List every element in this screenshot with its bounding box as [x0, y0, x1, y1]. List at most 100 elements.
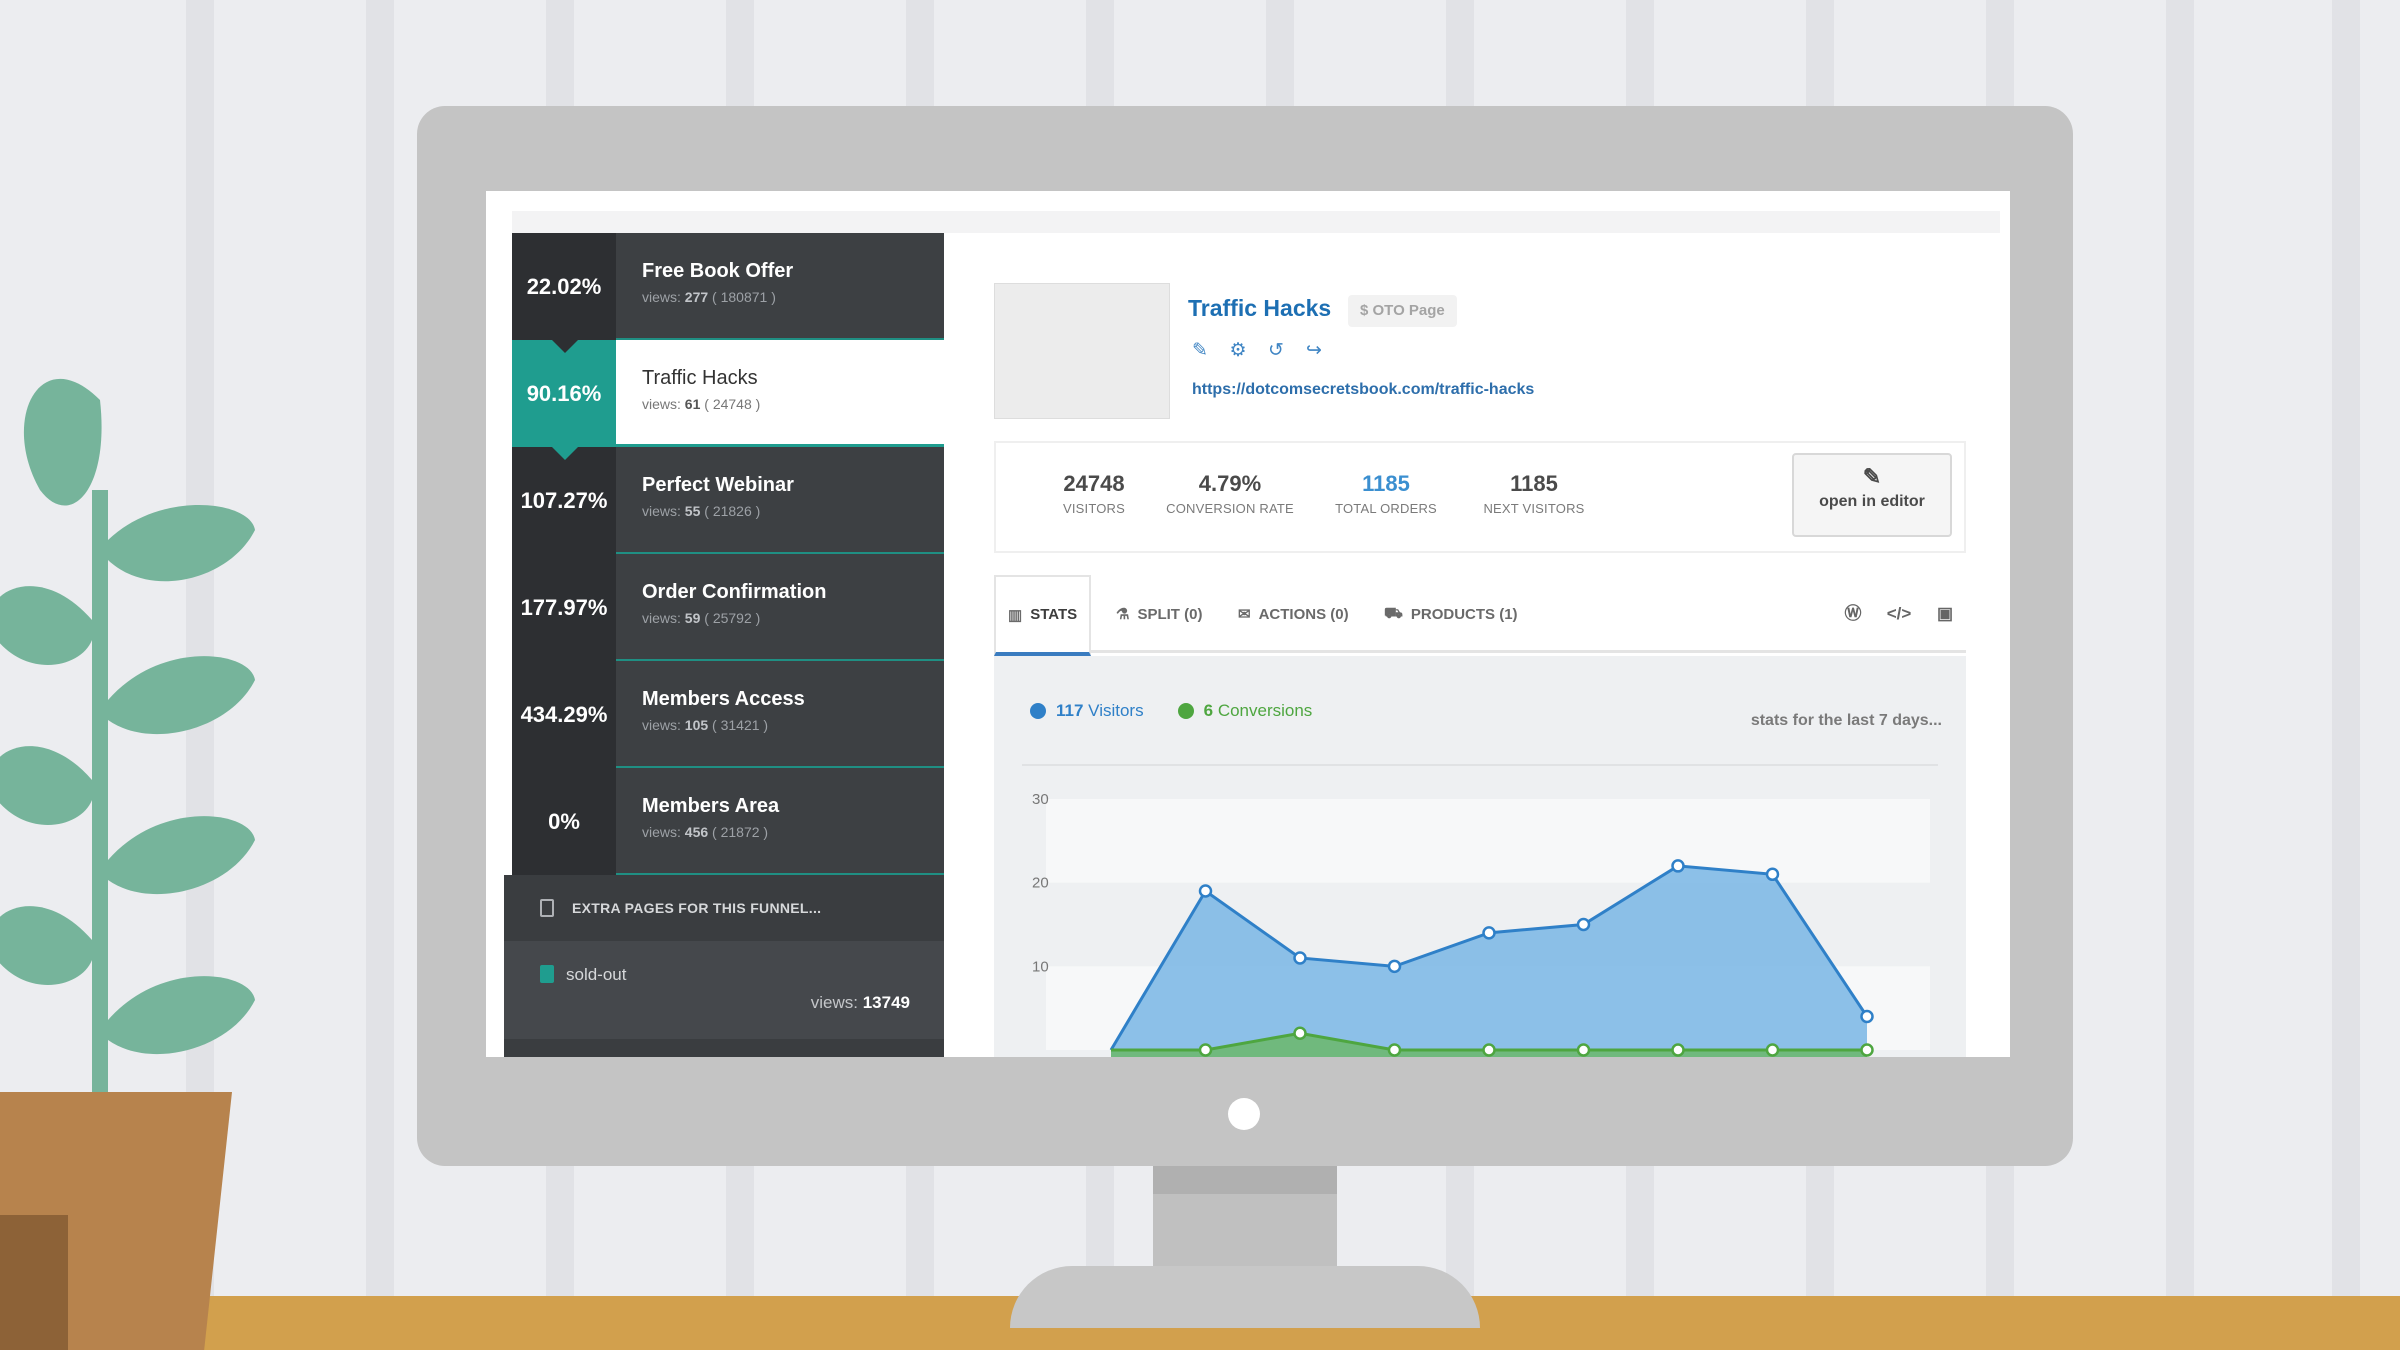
envelope-icon: ✉: [1238, 606, 1251, 623]
step-body: Members Access views: 105 ( 31421 ): [616, 661, 944, 768]
legend-conversions[interactable]: 6 Conversions: [1177, 701, 1313, 721]
funnel-sidebar: 22.02% Free Book Offer views: 277 ( 1808…: [504, 233, 944, 1057]
document-icon: [540, 899, 554, 917]
visitors-label: Visitors: [1088, 701, 1144, 720]
views-label: views:: [642, 610, 681, 626]
undo-icon[interactable]: ↺: [1264, 339, 1288, 363]
views-count: 105: [684, 717, 709, 733]
funnel-step[interactable]: 22.02% Free Book Offer views: 277 ( 1808…: [512, 233, 944, 353]
grid-band: [1046, 799, 1930, 883]
bar-chart-icon: ▥: [1008, 606, 1023, 624]
stat-next-visitors: 1185 NEXT VISITORS: [1474, 471, 1594, 516]
step-name: Traffic Hacks: [642, 367, 758, 389]
open-in-editor-button[interactable]: ✎ open in editor: [1792, 453, 1952, 537]
step-views: views: 59 ( 25792 ): [642, 610, 760, 626]
funnel-step[interactable]: 434.29% Members Access views: 105 ( 3142…: [512, 661, 944, 768]
stat-total-orders: 1185 TOTAL ORDERS: [1326, 471, 1446, 516]
stats-period-note: stats for the last 7 days...: [1750, 712, 1942, 729]
conversions-point: [1198, 1043, 1213, 1057]
funnel-step[interactable]: 107.27% Perfect Webinar views: 55 ( 2182…: [512, 447, 944, 554]
views-count: 277: [684, 289, 709, 305]
wall-stripe: [366, 0, 394, 1300]
views-total: ( 180871 ): [712, 289, 776, 305]
tab-label: ACTIONS (0): [1258, 605, 1349, 623]
open-in-editor-label: open in editor: [1819, 493, 1925, 510]
conversions-point: [1671, 1043, 1685, 1057]
monitor-neck-band: [1153, 1166, 1337, 1194]
step-name: Members Area: [642, 795, 780, 817]
views-label: views:: [642, 396, 681, 412]
tab-split[interactable]: ⚗ SPLIT (0): [1116, 575, 1202, 653]
views-label: views:: [642, 824, 681, 840]
y-tick-label: 20: [1032, 875, 1049, 892]
code-icon[interactable]: </>: [1886, 601, 1912, 627]
page-title[interactable]: Traffic Hacks: [1188, 295, 1331, 322]
stat-label: VISITORS: [1062, 501, 1126, 516]
stat-visitors: 24748 VISITORS: [1034, 471, 1154, 516]
conversions-point: [1765, 1043, 1780, 1057]
share-icon[interactable]: ↪: [1302, 339, 1326, 363]
visitors-point: [1860, 1009, 1874, 1024]
conversions-count: 6: [1203, 701, 1214, 720]
funnel-step[interactable]: 0% Members Area views: 456 ( 21872 ): [512, 768, 944, 875]
step-views: views: 55 ( 21826 ): [642, 503, 760, 519]
funnel-step[interactable]: 177.97% Order Confirmation views: 59 ( 2…: [512, 554, 944, 661]
tab-label: STATS: [1030, 606, 1078, 623]
tab-actions[interactable]: ✉ ACTIONS (0): [1238, 575, 1349, 653]
views-total: ( 24748 ): [704, 396, 761, 412]
views-total: ( 21826 ): [704, 503, 761, 519]
stat-label: TOTAL ORDERS: [1335, 501, 1437, 516]
views-label: views:: [642, 717, 681, 733]
step-views: views: 105 ( 31421 ): [642, 717, 768, 733]
views-count: 13749: [862, 993, 910, 1012]
stat-value: 24748: [1063, 471, 1125, 496]
stat-label: NEXT VISITORS: [1483, 501, 1585, 516]
visitors-count: 117: [1056, 701, 1084, 720]
visitors-dot: [1030, 703, 1046, 719]
step-views: views: 61 ( 24748 ): [642, 396, 760, 412]
tab-stats[interactable]: ▥ STATS: [994, 575, 1092, 656]
visitors-point: [1576, 917, 1591, 932]
extra-pages-header[interactable]: EXTRA PAGES FOR THIS FUNNEL...: [504, 875, 944, 941]
page-type-badge: $ OTO Page: [1348, 295, 1457, 327]
wordpress-icon[interactable]: Ⓦ: [1840, 601, 1866, 627]
views-total: ( 21872 ): [712, 824, 769, 840]
page-thumbnail[interactable]: [994, 283, 1170, 419]
flask-icon: ⚗: [1116, 606, 1130, 623]
page-details-panel: Traffic Hacks $ OTO Page ✎ ⚙ ↺ ↪ https:/…: [944, 233, 1984, 1057]
extra-page-views: views: 13749: [811, 993, 910, 1013]
views-count: 61: [684, 396, 701, 412]
conversions-point: [1860, 1043, 1874, 1057]
visitors-point: [1387, 959, 1402, 974]
visitors-point: [1293, 951, 1307, 965]
wall-stripe: [2166, 0, 2194, 1300]
edit-icon[interactable]: ✎: [1188, 339, 1212, 363]
funnel-step-active[interactable]: 90.16% Traffic Hacks views: 61 ( 24748 ): [512, 340, 944, 460]
views-total: ( 31421 ): [712, 717, 769, 733]
gear-icon[interactable]: ⚙: [1226, 339, 1250, 363]
step-name: Order Confirmation: [642, 581, 827, 603]
facebook-icon[interactable]: ▣: [1932, 601, 1958, 627]
conversions-dot: [1177, 703, 1194, 719]
step-body: Order Confirmation views: 59 ( 25792 ): [616, 554, 944, 661]
conversion-percent: 177.97%: [512, 554, 616, 661]
conversions-label: Conversions: [1217, 701, 1313, 720]
views-label: views:: [810, 993, 858, 1012]
tab-products[interactable]: ⛟ PRODUCTS (1): [1384, 575, 1518, 653]
monitor-base: [1010, 1266, 1480, 1328]
legend-visitors[interactable]: 117 Visitors: [1030, 701, 1144, 721]
stat-value: 1185: [1362, 471, 1410, 496]
extra-page-name: sold-out: [566, 965, 627, 984]
step-name: Free Book Offer: [642, 260, 794, 282]
views-count: 55: [684, 503, 701, 519]
extra-pages-label: EXTRA PAGES FOR THIS FUNNEL...: [572, 900, 822, 916]
step-name: Perfect Webinar: [642, 474, 794, 496]
y-tick-label: 10: [1032, 958, 1049, 975]
extra-page-item[interactable]: sold-out views: 13749: [504, 941, 944, 1057]
y-tick-label: 30: [1032, 791, 1049, 808]
page-url-link[interactable]: https://dotcomsecretsbook.com/traffic-ha…: [1192, 381, 1534, 399]
conversion-percent: 434.29%: [512, 661, 616, 768]
stat-label: CONVERSION RATE: [1166, 501, 1294, 516]
views-label: views:: [642, 503, 681, 519]
tab-label: SPLIT (0): [1137, 605, 1203, 623]
